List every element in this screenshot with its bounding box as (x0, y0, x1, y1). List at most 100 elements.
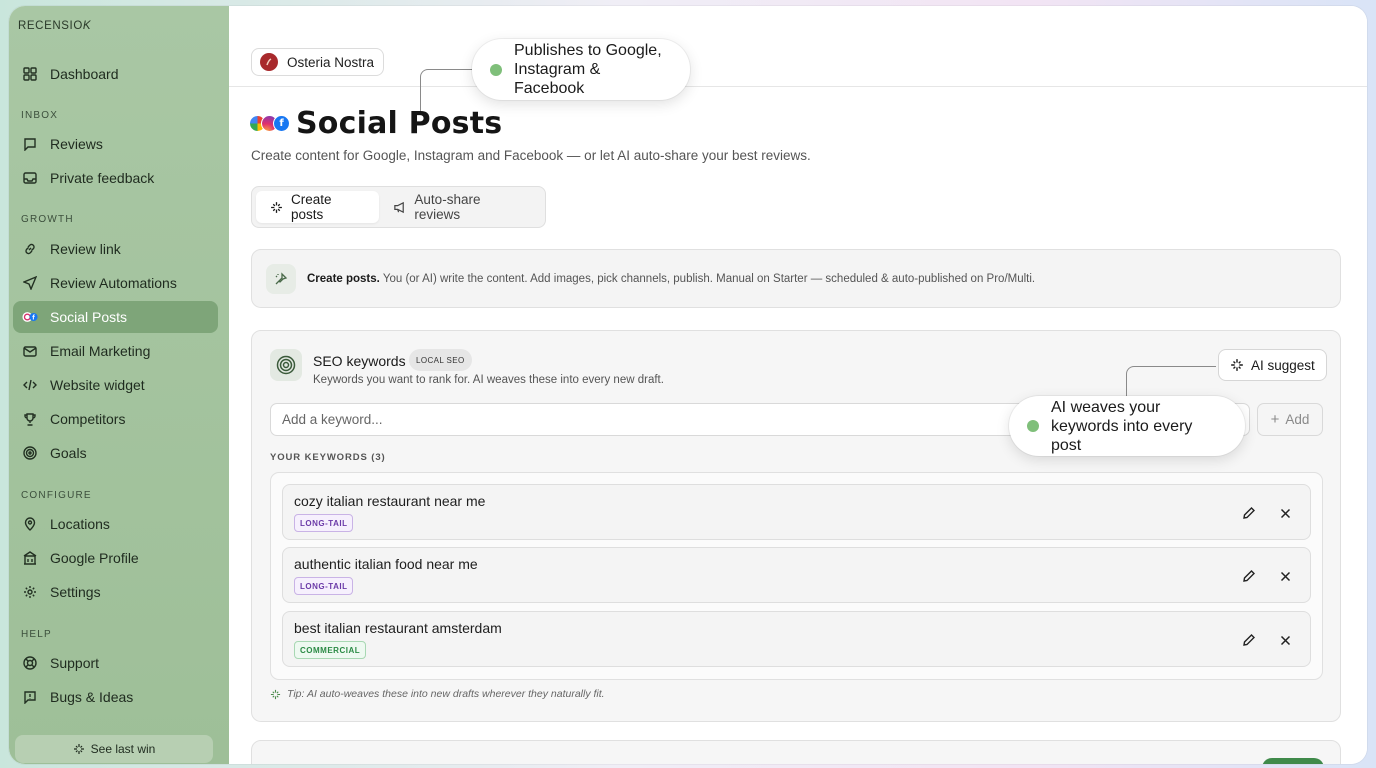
section-label-inbox: INBOX (21, 110, 59, 121)
sidebar: RECENSIOK Dashboard INBOX Reviews Privat… (9, 6, 229, 764)
next-card-button[interactable] (1262, 758, 1324, 764)
keyword-text: best italian restaurant amsterdam (294, 620, 502, 636)
sidebar-item-label: Goals (50, 445, 87, 461)
keywords-callout-text: AI weaves your keywords into every post (1051, 398, 1193, 454)
tab-auto-share-reviews[interactable]: Auto-share reviews (379, 191, 541, 223)
edit-icon[interactable] (1240, 631, 1258, 649)
section-label-configure: CONFIGURE (21, 490, 92, 501)
sidebar-item-label: Social Posts (50, 309, 128, 325)
sidebar-item-label: Competitors (50, 411, 126, 427)
app-window: RECENSIOK Dashboard INBOX Reviews Privat… (9, 6, 1367, 764)
sidebar-item-social-posts[interactable]: f Social Posts (13, 301, 218, 333)
facebook-icon: f (273, 115, 290, 132)
grid-icon (22, 66, 38, 82)
keywords-callout: AI weaves your keywords into every post (1009, 396, 1245, 456)
sparkle-icon (1230, 358, 1244, 372)
tab-label: Create posts (291, 192, 332, 222)
callout-dot (1027, 420, 1039, 432)
message-icon (22, 136, 38, 152)
mail-icon (22, 343, 38, 359)
sidebar-item-goals[interactable]: Goals (13, 437, 218, 469)
see-last-win-button[interactable]: See last win (15, 735, 213, 763)
brand-text: RECENSIO (18, 20, 83, 32)
target-icon (270, 349, 302, 381)
location-name: Osteria Nostra (287, 54, 375, 70)
sidebar-item-bugs-ideas[interactable]: Bugs & Ideas (13, 681, 218, 713)
tab-bar: Create posts Auto-share reviews (251, 186, 546, 228)
callout-connector (1126, 366, 1216, 398)
topbar-divider (229, 86, 1367, 87)
keyword-text: cozy italian restaurant near me (294, 493, 486, 509)
sidebar-item-label: Settings (50, 584, 101, 600)
info-title: Create posts. (307, 272, 380, 285)
sidebar-item-label: Website widget (50, 377, 145, 393)
edit-icon[interactable] (1240, 567, 1258, 585)
section-label-help: HELP (21, 629, 52, 640)
sparkle-icon (73, 743, 85, 755)
sidebar-item-label: Review Automations (50, 275, 177, 291)
see-last-win-label: See last win (90, 742, 156, 756)
callout-dot (490, 63, 502, 76)
trophy-icon (22, 411, 38, 427)
edit-icon[interactable] (1240, 504, 1258, 522)
close-icon[interactable] (1276, 504, 1294, 522)
section-label-growth: GROWTH (21, 214, 74, 225)
keyword-text: authentic italian food near me (294, 556, 478, 572)
info-text: Create posts. You (or AI) write the cont… (307, 273, 1035, 285)
sidebar-item-label: Locations (50, 516, 110, 532)
sidebar-item-label: Support (50, 655, 100, 671)
code-icon (22, 377, 38, 393)
main-content: Osteria Nostra Publishes to Google, Inst… (229, 6, 1367, 764)
keywords-header: YOUR KEYWORDS (3) (270, 452, 386, 463)
keyword-tag: COMMERCIAL (294, 641, 367, 659)
sidebar-item-reviews[interactable]: Reviews (13, 128, 218, 160)
sidebar-item-competitors[interactable]: Competitors (13, 403, 218, 435)
tip-text: Tip: AI auto-weaves these into new draft… (270, 688, 605, 700)
location-avatar (260, 53, 278, 71)
social-icons: f (249, 115, 290, 132)
sidebar-item-dashboard[interactable]: Dashboard (13, 58, 218, 90)
lifebuoy-icon (22, 655, 38, 671)
keyword-row: best italian restaurant amsterdam COMMER… (282, 611, 1311, 667)
location-selector[interactable]: Osteria Nostra (251, 48, 385, 76)
sidebar-item-label: Email Marketing (50, 343, 151, 359)
info-body: You (or AI) write the content. Add image… (382, 272, 1036, 285)
add-keyword-button[interactable]: + Add (1257, 403, 1323, 436)
ai-suggest-button[interactable]: AI suggest (1218, 349, 1327, 381)
sidebar-item-label: Dashboard (50, 66, 119, 82)
keyword-list: cozy italian restaurant near me LONG-TAI… (270, 472, 1323, 680)
tab-create-posts[interactable]: Create posts (256, 191, 380, 223)
pin-icon (22, 516, 38, 532)
sidebar-item-label: Reviews (50, 136, 103, 152)
sidebar-item-google-profile[interactable]: Google Profile (13, 542, 218, 574)
close-icon[interactable] (1276, 567, 1294, 585)
tip-label: Tip: AI auto-weaves these into new draft… (287, 688, 605, 700)
bug-icon (22, 689, 38, 705)
local-seo-badge: LOCAL SEO (409, 349, 472, 371)
link-icon (22, 241, 38, 257)
sidebar-item-support[interactable]: Support (13, 647, 218, 679)
close-icon[interactable] (1276, 631, 1294, 649)
keyword-tag: LONG-TAIL (294, 577, 354, 595)
sidebar-item-website-widget[interactable]: Website widget (13, 369, 218, 401)
ai-suggest-label: AI suggest (1251, 357, 1315, 373)
keyword-row: authentic italian food near me LONG-TAIL (282, 547, 1311, 603)
seo-title: SEO keywords (313, 353, 406, 369)
plus-icon: + (1270, 411, 1280, 428)
next-card (251, 740, 1341, 764)
gear-icon (22, 584, 38, 600)
sidebar-item-email-marketing[interactable]: Email Marketing (13, 335, 218, 367)
target-icon (22, 445, 38, 461)
page-title: Social Posts (296, 106, 503, 141)
sidebar-item-review-automations[interactable]: Review Automations (13, 267, 218, 299)
sidebar-item-review-link[interactable]: Review link (13, 233, 218, 265)
brand-logo: RECENSIOK (18, 20, 91, 32)
add-label: Add (1285, 412, 1310, 427)
publish-callout-text: Publishes to Google, Instagram & Faceboo… (514, 42, 662, 97)
keyword-tag: LONG-TAIL (294, 514, 354, 532)
sidebar-item-settings[interactable]: Settings (13, 576, 218, 608)
sidebar-item-private-feedback[interactable]: Private feedback (13, 162, 218, 194)
sidebar-item-locations[interactable]: Locations (13, 508, 218, 540)
megaphone-icon (393, 201, 406, 214)
keyword-row: cozy italian restaurant near me LONG-TAI… (282, 484, 1311, 540)
